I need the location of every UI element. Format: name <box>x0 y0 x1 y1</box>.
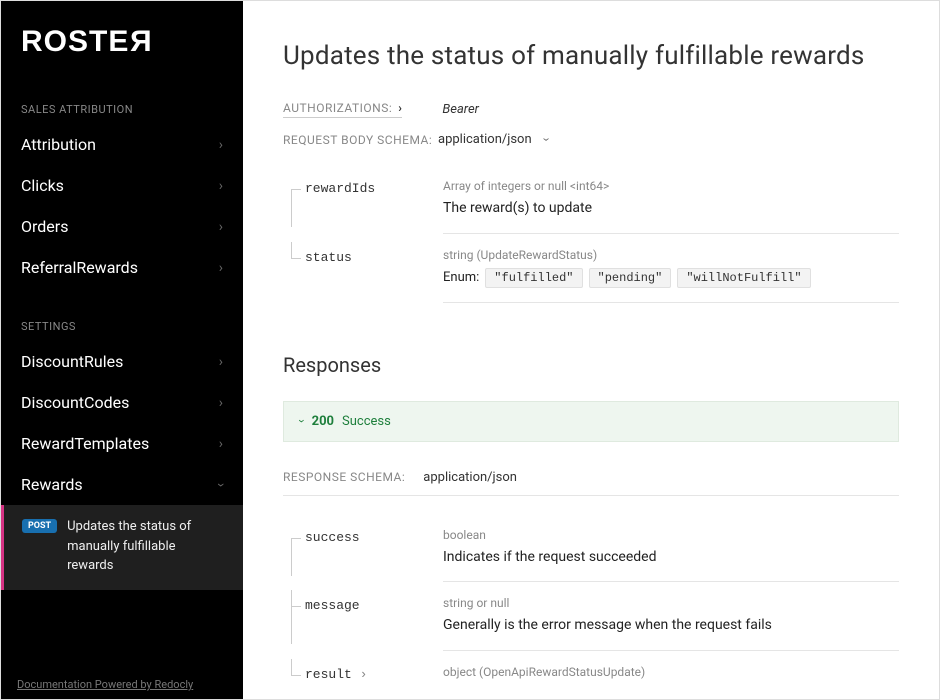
sidebar-subitem-active[interactable]: POST Updates the status of manually fulf… <box>1 505 243 590</box>
request-body-schema-dropdown[interactable]: application/json › <box>438 132 548 147</box>
sidebar-item-discountcodes[interactable]: DiscountCodes › <box>1 382 243 423</box>
sidebar-item-label: DiscountCodes <box>21 393 129 412</box>
sidebar-item-referralrewards[interactable]: ReferralRewards › <box>1 247 243 288</box>
sidebar: ROSTER SALES ATTRIBUTION Attribution › C… <box>1 1 243 699</box>
chevron-right-icon: › <box>219 395 223 411</box>
page-title: Updates the status of manually fulfillab… <box>283 41 899 71</box>
response-params: success boolean Indicates if the request… <box>283 514 899 699</box>
sidebar-item-rewards[interactable]: Rewards › <box>1 464 243 505</box>
param-row: result › object (OpenApiRewardStatusUpda… <box>283 651 899 699</box>
param-row: success boolean Indicates if the request… <box>283 514 899 583</box>
sidebar-item-clicks[interactable]: Clicks › <box>1 165 243 206</box>
http-method-badge: POST <box>22 519 57 533</box>
response-success-toggle[interactable]: › 200 Success <box>283 401 899 442</box>
logo: ROSTER <box>1 1 243 79</box>
response-message: Success <box>342 414 391 429</box>
chevron-right-icon: › <box>219 137 223 153</box>
chevron-right-icon: › <box>219 260 223 276</box>
sidebar-item-label: Rewards <box>21 475 83 494</box>
chevron-down-icon: › <box>213 482 229 486</box>
responses-heading: Responses <box>283 353 899 377</box>
sidebar-item-orders[interactable]: Orders › <box>1 206 243 247</box>
chevron-right-icon: › <box>398 101 402 115</box>
chevron-right-icon: › <box>219 219 223 235</box>
param-name: rewardIds <box>305 173 375 196</box>
nav-section-header: SETTINGS <box>1 312 243 341</box>
response-schema-value: application/json <box>423 470 517 485</box>
param-name: message <box>305 590 360 613</box>
param-name[interactable]: result › <box>305 659 367 682</box>
param-type: string or null <box>443 596 899 610</box>
chevron-right-icon: › <box>360 667 368 682</box>
param-type: object (OpenApiRewardStatusUpdate) <box>443 665 899 679</box>
chevron-right-icon: › <box>219 178 223 194</box>
request-body-schema-label: REQUEST BODY SCHEMA: <box>283 133 438 147</box>
param-desc: Indicates if the request succeeded <box>443 548 899 568</box>
sidebar-item-label: Clicks <box>21 176 64 195</box>
logo-text: ROSTER <box>21 25 152 58</box>
main-content: Updates the status of manually fulfillab… <box>243 1 939 699</box>
response-schema-label: RESPONSE SCHEMA: <box>283 470 405 484</box>
enum-label: Enum: <box>443 270 479 285</box>
chevron-right-icon: › <box>219 436 223 452</box>
response-code: 200 <box>312 414 334 429</box>
param-name: success <box>305 522 360 545</box>
enum-value: "fulfilled" <box>485 268 582 288</box>
param-desc: The reward(s) to update <box>443 199 899 219</box>
chevron-down-icon: › <box>295 419 309 423</box>
sidebar-item-label: Orders <box>21 217 68 236</box>
authorizations-value: Bearer <box>442 102 479 117</box>
sidebar-item-attribution[interactable]: Attribution › <box>1 124 243 165</box>
param-type: Array of integers or null <int64> <box>443 179 899 193</box>
sidebar-item-label: ReferralRewards <box>21 258 138 277</box>
chevron-down-icon: › <box>538 138 553 142</box>
request-params: rewardIds Array of integers or null <int… <box>283 165 899 303</box>
sidebar-item-label: RewardTemplates <box>21 434 149 453</box>
sidebar-footer-link[interactable]: Documentation Powered by Redocly <box>1 670 243 699</box>
enum-value: "pending" <box>589 268 672 288</box>
chevron-right-icon: › <box>219 354 223 370</box>
nav-section-header: SALES ATTRIBUTION <box>1 95 243 124</box>
param-type: boolean <box>443 528 899 542</box>
param-type: string (UpdateRewardStatus) <box>443 248 899 262</box>
param-row: rewardIds Array of integers or null <int… <box>283 165 899 234</box>
param-desc: Generally is the error message when the … <box>443 616 899 636</box>
authorizations-label[interactable]: AUTHORIZATIONS: › <box>283 101 402 118</box>
sidebar-item-discountrules[interactable]: DiscountRules › <box>1 341 243 382</box>
sidebar-subitem-label: Updates the status of manually fulfillab… <box>67 517 225 576</box>
param-row: message string or null Generally is the … <box>283 582 899 651</box>
param-name: status <box>305 242 352 265</box>
param-row: status string (UpdateRewardStatus) Enum:… <box>283 234 899 303</box>
enum-value: "willNotFulfill" <box>677 268 810 288</box>
sidebar-item-label: DiscountRules <box>21 352 123 371</box>
sidebar-item-rewardtemplates[interactable]: RewardTemplates › <box>1 423 243 464</box>
sidebar-item-label: Attribution <box>21 135 96 154</box>
